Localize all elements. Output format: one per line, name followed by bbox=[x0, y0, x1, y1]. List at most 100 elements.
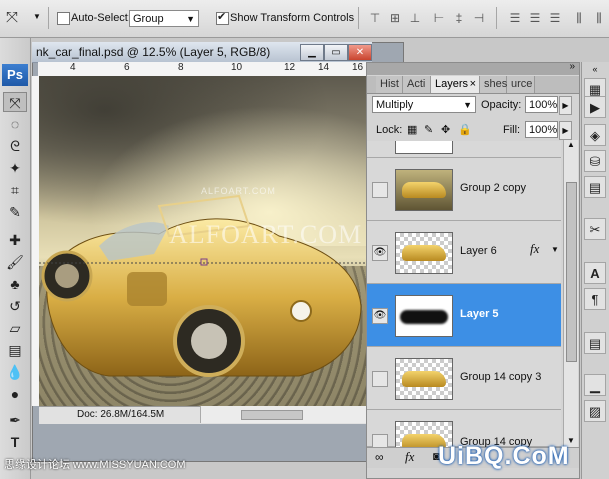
scroll-up-icon[interactable]: ▲ bbox=[567, 140, 575, 149]
document-title: nk_car_final.psd @ 12.5% (Layer 5, RGB/8… bbox=[36, 45, 271, 59]
visibility-toggle[interactable] bbox=[372, 371, 388, 387]
tool-preset-chevron-icon[interactable]: ▼ bbox=[33, 12, 41, 21]
layer-row[interactable]: 👁 Layer 6 fx ▼ bbox=[367, 221, 561, 284]
align-vcenter-icon[interactable]: ⊞ bbox=[386, 9, 404, 27]
distribute-vcenter-icon[interactable]: ☰ bbox=[526, 9, 544, 27]
restore-button[interactable]: ▭ bbox=[324, 44, 348, 61]
info-icon[interactable]: ▤ bbox=[584, 332, 606, 354]
opacity-value: 100% bbox=[529, 99, 558, 111]
collapse-icon[interactable]: » bbox=[569, 61, 575, 72]
tab-history[interactable]: Hist bbox=[376, 76, 403, 93]
fx-icon[interactable]: fx bbox=[530, 241, 539, 257]
align-left-icon[interactable]: ⊢ bbox=[430, 9, 448, 27]
close-tab-icon[interactable]: × bbox=[470, 76, 476, 93]
layer-row-selected[interactable]: 👁 Layer 5 bbox=[367, 284, 561, 347]
healing-brush-icon[interactable]: ✚ bbox=[3, 230, 27, 250]
expand-effects-icon[interactable]: ▼ bbox=[551, 245, 559, 254]
distribute-left-icon[interactable]: ⫼ bbox=[570, 9, 588, 27]
layer-thumbnail bbox=[395, 141, 453, 154]
visibility-toggle[interactable] bbox=[372, 182, 388, 198]
blur-tool-icon[interactable]: 💧 bbox=[3, 362, 27, 382]
brush-tool-icon[interactable]: 🖌 bbox=[3, 252, 27, 272]
histogram-icon[interactable]: ▁ bbox=[584, 374, 606, 396]
fill-input[interactable]: 100% bbox=[525, 121, 558, 138]
distribute-hcenter-icon[interactable]: ⫼ bbox=[590, 9, 608, 27]
panel-header[interactable]: » bbox=[367, 61, 579, 75]
eye-icon[interactable]: 👁 bbox=[372, 308, 388, 324]
lock-position-icon[interactable]: ✥ bbox=[441, 123, 450, 136]
distribute-bottom-icon[interactable]: ☰ bbox=[546, 9, 564, 27]
separator bbox=[358, 7, 359, 29]
paragraph-icon[interactable]: ¶ bbox=[584, 288, 606, 310]
distribute-top-icon[interactable]: ☰ bbox=[506, 9, 524, 27]
fill-value: 100% bbox=[529, 124, 558, 136]
opacity-input[interactable]: 100% bbox=[525, 96, 558, 113]
auto-select-checkbox[interactable] bbox=[57, 12, 70, 25]
scroll-thumb[interactable] bbox=[241, 410, 303, 420]
auto-select-dropdown[interactable]: Group ▼ bbox=[129, 10, 199, 27]
eyedropper-icon[interactable]: ✎ bbox=[3, 202, 27, 222]
document-titlebar[interactable]: nk_car_final.psd @ 12.5% (Layer 5, RGB/8… bbox=[32, 42, 372, 63]
lock-all-icon[interactable]: 🔒 bbox=[458, 123, 472, 136]
ruler-tick: 4 bbox=[70, 62, 76, 73]
doc-size-readout[interactable]: Doc: 26.8M/164.5M bbox=[77, 409, 164, 420]
dodge-tool-icon[interactable]: ● bbox=[3, 384, 27, 404]
lock-transparency-icon[interactable]: ▦ bbox=[407, 123, 417, 136]
paths-icon[interactable]: ▤ bbox=[584, 176, 606, 198]
tab-layers[interactable]: Layers × bbox=[431, 76, 480, 93]
lock-pixels-icon[interactable]: ✎ bbox=[424, 123, 433, 136]
expand-dock-icon[interactable]: « bbox=[583, 64, 607, 74]
close-button[interactable]: ✕ bbox=[348, 44, 372, 61]
layer-row[interactable]: Group 2 copy bbox=[367, 158, 561, 221]
watermark-small: ALFOART.COM bbox=[201, 186, 276, 196]
move-tool-icon[interactable]: ⤧ bbox=[3, 92, 27, 112]
pen-tool-icon[interactable]: ✒ bbox=[3, 410, 27, 430]
tab-brushes[interactable]: shes bbox=[480, 76, 507, 93]
align-bottom-icon[interactable]: ⊥ bbox=[406, 9, 424, 27]
history-brush-icon[interactable]: ↺ bbox=[3, 296, 27, 316]
link-layers-icon[interactable]: ∞ bbox=[375, 450, 384, 464]
site-credit-watermark: 思缘设计论坛 www.MISSYUAN.COM bbox=[4, 459, 186, 471]
document-canvas[interactable]: ALFOART.COM ALFOART.COM bbox=[39, 76, 368, 406]
tool-presets-icon[interactable]: ✂ bbox=[584, 218, 606, 240]
ruler-horizontal: 4 6 8 10 12 14 16 bbox=[38, 62, 368, 77]
eye-icon[interactable]: 👁 bbox=[372, 245, 388, 261]
magic-wand-icon[interactable]: ✦ bbox=[3, 158, 27, 178]
move-tool-icon[interactable]: ⤧ bbox=[6, 9, 18, 26]
gradient-tool-icon[interactable]: ▤ bbox=[3, 340, 27, 360]
ruler-tick: 6 bbox=[124, 62, 130, 73]
marquee-tool-icon[interactable]: ◌ bbox=[3, 114, 27, 134]
show-transform-checkbox[interactable] bbox=[216, 10, 229, 25]
lasso-tool-icon[interactable]: ᘓ bbox=[3, 136, 27, 156]
layer-name: Layer 6 bbox=[460, 245, 497, 257]
play-actions-icon[interactable]: ▶ bbox=[584, 96, 606, 118]
minimize-button[interactable]: ▁ bbox=[300, 44, 324, 61]
add-style-icon[interactable]: fx bbox=[405, 449, 414, 465]
clone-stamp-icon[interactable]: ♣ bbox=[3, 274, 27, 294]
eraser-tool-icon[interactable]: ▱ bbox=[3, 318, 27, 338]
align-top-icon[interactable]: ⊤ bbox=[366, 9, 384, 27]
chevron-down-icon: ▼ bbox=[463, 100, 472, 110]
crop-tool-icon[interactable]: ⌗ bbox=[3, 180, 27, 200]
photoshop-logo: Ps bbox=[2, 64, 28, 86]
character-icon[interactable]: A bbox=[584, 262, 606, 284]
align-hcenter-icon[interactable]: ‡ bbox=[450, 9, 468, 27]
blend-mode-dropdown[interactable]: Multiply ▼ bbox=[372, 96, 476, 113]
align-right-icon[interactable]: ⊣ bbox=[470, 9, 488, 27]
layer-thumbnail bbox=[395, 232, 453, 274]
layer-row[interactable]: Group 14 copy 3 bbox=[367, 347, 561, 410]
chevron-down-icon: ▼ bbox=[186, 14, 195, 24]
opacity-slider-icon[interactable]: ▶ bbox=[559, 96, 572, 115]
type-tool-icon[interactable]: T bbox=[3, 432, 27, 452]
horizontal-scrollbar[interactable] bbox=[200, 406, 369, 423]
layers-scrollbar[interactable]: ▲ ▼ bbox=[563, 140, 578, 460]
styles-icon[interactable]: ▨ bbox=[584, 400, 606, 422]
layers-stack-icon[interactable]: ◈ bbox=[584, 124, 606, 146]
scroll-thumb[interactable] bbox=[566, 182, 577, 362]
layer-row[interactable] bbox=[367, 141, 561, 158]
tab-source[interactable]: urce bbox=[507, 76, 535, 93]
tab-actions[interactable]: Acti bbox=[403, 76, 431, 93]
lock-row: Lock: ▦ ✎ ✥ 🔒 Fill: 100% ▶ bbox=[367, 120, 579, 140]
fill-slider-icon[interactable]: ▶ bbox=[559, 121, 572, 140]
channels-icon[interactable]: ⛁ bbox=[584, 150, 606, 172]
